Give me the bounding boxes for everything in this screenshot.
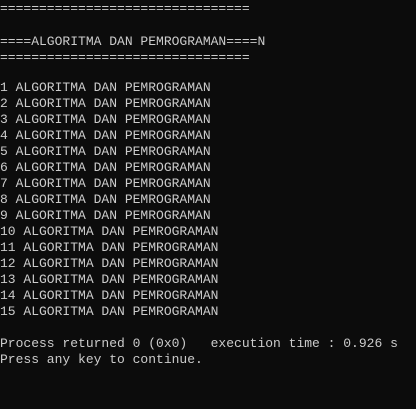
process-status: Process returned 0 (0x0) execution time … (0, 336, 398, 351)
header-title: ====ALGORITMA DAN PEMROGRAMAN====N (0, 34, 266, 49)
separator-top: ================================ (0, 1, 250, 16)
output-line: 15 ALGORITMA DAN PEMROGRAMAN (0, 304, 219, 319)
output-line: 2 ALGORITMA DAN PEMROGRAMAN (0, 96, 211, 111)
output-line: 12 ALGORITMA DAN PEMROGRAMAN (0, 256, 219, 271)
output-line: 14 ALGORITMA DAN PEMROGRAMAN (0, 288, 219, 303)
separator-bottom: ================================ (0, 50, 250, 65)
output-line: 4 ALGORITMA DAN PEMROGRAMAN (0, 128, 211, 143)
continue-prompt: Press any key to continue. (0, 352, 203, 367)
console-window[interactable]: ================================ ====ALG… (0, 0, 416, 409)
output-line: 3 ALGORITMA DAN PEMROGRAMAN (0, 112, 211, 127)
output-line: 10 ALGORITMA DAN PEMROGRAMAN (0, 224, 219, 239)
output-line: 13 ALGORITMA DAN PEMROGRAMAN (0, 272, 219, 287)
output-line: 1 ALGORITMA DAN PEMROGRAMAN (0, 80, 211, 95)
output-line: 8 ALGORITMA DAN PEMROGRAMAN (0, 192, 211, 207)
output-line: 7 ALGORITMA DAN PEMROGRAMAN (0, 176, 211, 191)
output-line: 5 ALGORITMA DAN PEMROGRAMAN (0, 144, 211, 159)
output-line: 11 ALGORITMA DAN PEMROGRAMAN (0, 240, 219, 255)
output-line: 6 ALGORITMA DAN PEMROGRAMAN (0, 160, 211, 175)
output-line: 9 ALGORITMA DAN PEMROGRAMAN (0, 208, 211, 223)
